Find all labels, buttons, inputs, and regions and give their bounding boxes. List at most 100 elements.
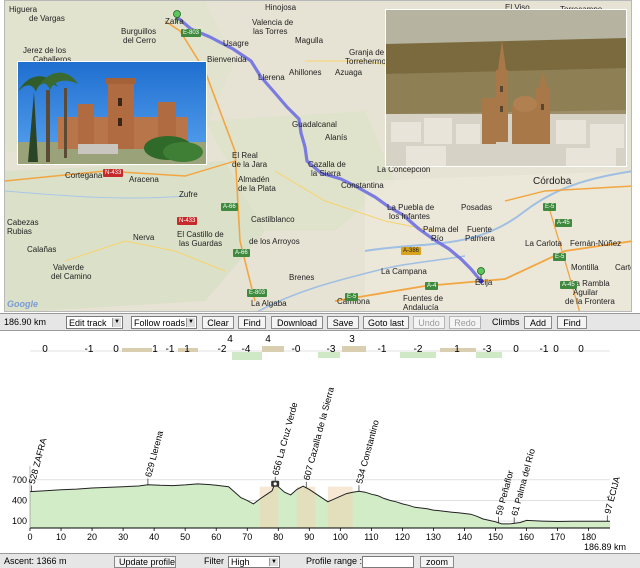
x-tick-label: 30	[118, 532, 128, 542]
grade-value: -1	[377, 344, 387, 355]
map-place-label: Fernán-Núñez	[570, 239, 622, 248]
map-place-label: Castilblanco	[251, 215, 295, 224]
save-button[interactable]: Save	[327, 316, 359, 329]
x-tick-label: 160	[519, 532, 534, 542]
track-toolbar: 186.90 km Edit track ▼ Follow roads ▼ Cl…	[0, 313, 640, 331]
zoom-button[interactable]: zoom	[420, 556, 454, 568]
road-shield: N-433	[103, 169, 124, 177]
grade-value: 4	[227, 334, 233, 345]
x-tick-label: 130	[426, 532, 441, 542]
grade-value: 4	[265, 334, 271, 345]
road-shield: A-4	[425, 282, 439, 290]
map-place-label: la Sierra	[311, 169, 341, 178]
map-place-label: Hinojosa	[265, 3, 297, 12]
road-shield: A-45	[555, 219, 572, 227]
total-distance: 186.90 km	[4, 317, 47, 327]
find-climb-button[interactable]: Find	[557, 316, 587, 329]
chevron-down-icon: ▼	[112, 318, 121, 327]
x-tick-label: 180	[581, 532, 596, 542]
edit-track-value: Edit track	[69, 318, 107, 328]
x-tick-label: 50	[180, 532, 190, 542]
add-climb-button[interactable]: Add	[524, 316, 552, 329]
photo-ecija-town	[385, 9, 627, 167]
elevation-chart[interactable]: 100 400 700 0 10 20 30 40 50 60 70 80 90 100 110 120 130…	[0, 366, 640, 552]
climbs-label: Climbs	[492, 317, 520, 327]
map-place-label: Llerena	[258, 73, 285, 82]
map-place-label: Alanís	[325, 133, 348, 142]
filter-value: High	[231, 557, 250, 567]
grade-value: -1	[165, 344, 175, 355]
y-tick-label: 400	[12, 495, 27, 505]
chevron-down-icon: ▼	[269, 558, 278, 566]
road-shield: E-803	[247, 289, 268, 297]
download-button[interactable]: Download	[271, 316, 323, 329]
road-shield: A-45	[560, 281, 577, 289]
map-place-label: La Rambla	[571, 279, 610, 288]
map-place-label: El Real	[232, 151, 258, 160]
find-button[interactable]: Find	[238, 316, 266, 329]
map-place-label: Azuaga	[335, 68, 363, 77]
map-place-label: Zafra	[165, 17, 184, 26]
total-distance-label: 186.89 km	[584, 542, 626, 552]
x-tick-label: 70	[242, 532, 252, 542]
grade-value: -1	[539, 344, 549, 355]
map-place-label: de la Frontera	[565, 297, 615, 306]
grade-value: 1	[152, 344, 158, 355]
map-place-label: Córdoba	[533, 176, 572, 187]
map-place-label: Cazalla de	[308, 160, 346, 169]
update-profile-button[interactable]: Update profile	[114, 556, 176, 568]
profile-range-label: Profile range :	[306, 556, 363, 566]
map-place-label: Higuera	[9, 5, 38, 14]
x-tick-label: 10	[56, 532, 66, 542]
google-logo: Google	[7, 299, 38, 309]
map-place-label: del Cerro	[123, 36, 156, 45]
x-tick-label: 100	[333, 532, 348, 542]
x-tick-label: 150	[488, 532, 503, 542]
follow-roads-value: Follow roads	[134, 318, 186, 328]
undo-button[interactable]: Undo	[413, 316, 445, 329]
clear-button[interactable]: Clear	[202, 316, 234, 329]
redo-button[interactable]: Redo	[449, 316, 481, 329]
map-place-label: Montilla	[571, 263, 599, 272]
profile-range-input[interactable]	[362, 556, 414, 568]
map-place-label: Fuente	[467, 225, 492, 234]
camera-icon[interactable]	[271, 480, 280, 487]
edit-track-select[interactable]: Edit track ▼	[66, 316, 123, 329]
route-map[interactable]: Zafra Hinojosa El Viso Torrecampo Higuera de …	[4, 0, 632, 312]
map-place-label: Posadas	[461, 203, 493, 212]
map-place-label: las Guardas	[179, 239, 223, 248]
follow-roads-select[interactable]: Follow roads ▼	[131, 316, 197, 329]
map-place-label: Magulla	[295, 36, 324, 45]
chevron-down-icon: ▼	[186, 318, 195, 327]
map-place-label: Burguillos	[121, 27, 157, 36]
map-place-label: de Vargas	[29, 14, 65, 23]
grade-value: -3	[482, 344, 492, 355]
x-tick-label: 60	[211, 532, 221, 542]
road-shield: E-5	[553, 253, 567, 261]
map-place-label: Calañas	[27, 245, 57, 254]
profile-statusbar: Ascent: 1366 m Update profile Filter Hig…	[0, 553, 640, 568]
road-shield: A-66	[233, 249, 250, 257]
grade-value: 3	[349, 334, 355, 345]
x-tick-label: 0	[27, 532, 32, 542]
elevation-profile[interactable]: 100 400 700 0 10 20 30 40 50 60 70 80 90 100 110 120 130…	[0, 366, 640, 552]
map-place-label: Fuentes de	[403, 294, 444, 303]
map-place-label: Usagre	[223, 39, 249, 48]
goto-last-button[interactable]: Goto last	[363, 316, 409, 329]
map-place-label: Cabezas	[7, 218, 39, 227]
map-place-label: La Campana	[381, 267, 427, 276]
map-place-label: La Carlota	[525, 239, 562, 248]
x-tick-label: 120	[395, 532, 410, 542]
map-place-label: las Torres	[253, 27, 288, 36]
map-place-label: Cartey	[615, 263, 631, 272]
map-place-label: Guadalcanal	[292, 120, 337, 129]
map-place-label: Valencia de	[252, 18, 294, 27]
map-place-label: Aguilar	[573, 288, 598, 297]
y-tick-label: 700	[12, 475, 27, 485]
filter-select[interactable]: High ▼	[228, 556, 280, 568]
map-place-label: Ahillones	[289, 68, 322, 77]
map-place-label: El Castillo de	[177, 230, 224, 239]
grade-value: -3	[326, 344, 336, 355]
map-place-label: Río	[431, 234, 444, 243]
map-place-label: Constantina	[341, 181, 384, 190]
